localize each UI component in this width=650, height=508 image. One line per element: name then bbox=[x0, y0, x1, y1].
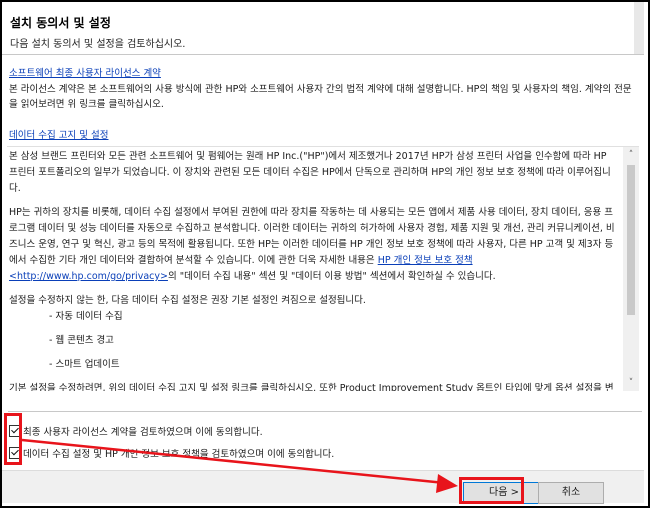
annotation-arrow bbox=[21, 438, 458, 493]
arrow-head-icon bbox=[436, 474, 458, 493]
arrow-line bbox=[21, 438, 446, 485]
